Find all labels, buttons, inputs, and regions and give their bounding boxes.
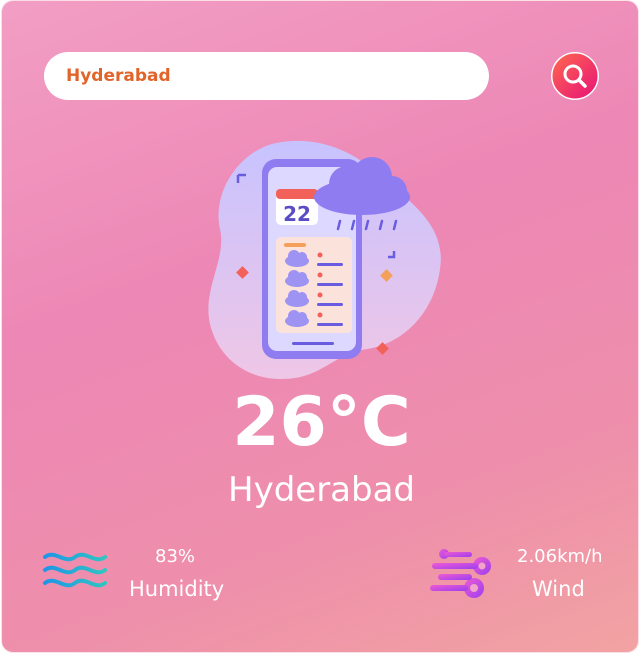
temperature: 26°C (232, 383, 411, 462)
wind-icon (430, 549, 491, 598)
weather-card: 22 (1, 0, 639, 653)
calendar-day: 22 (283, 202, 311, 226)
wind-label: Wind (532, 577, 585, 601)
wind-value: 2.06km/h (517, 546, 603, 567)
city-name: Hyderabad (228, 470, 415, 510)
search-input[interactable] (44, 52, 489, 100)
humidity-waves-icon (43, 552, 107, 588)
search-icon (551, 52, 599, 100)
humidity-label: Humidity (129, 577, 225, 601)
phone-weather-illustration: 22 (208, 140, 441, 379)
search-button[interactable] (551, 52, 599, 100)
humidity-value: 83% (155, 546, 196, 567)
